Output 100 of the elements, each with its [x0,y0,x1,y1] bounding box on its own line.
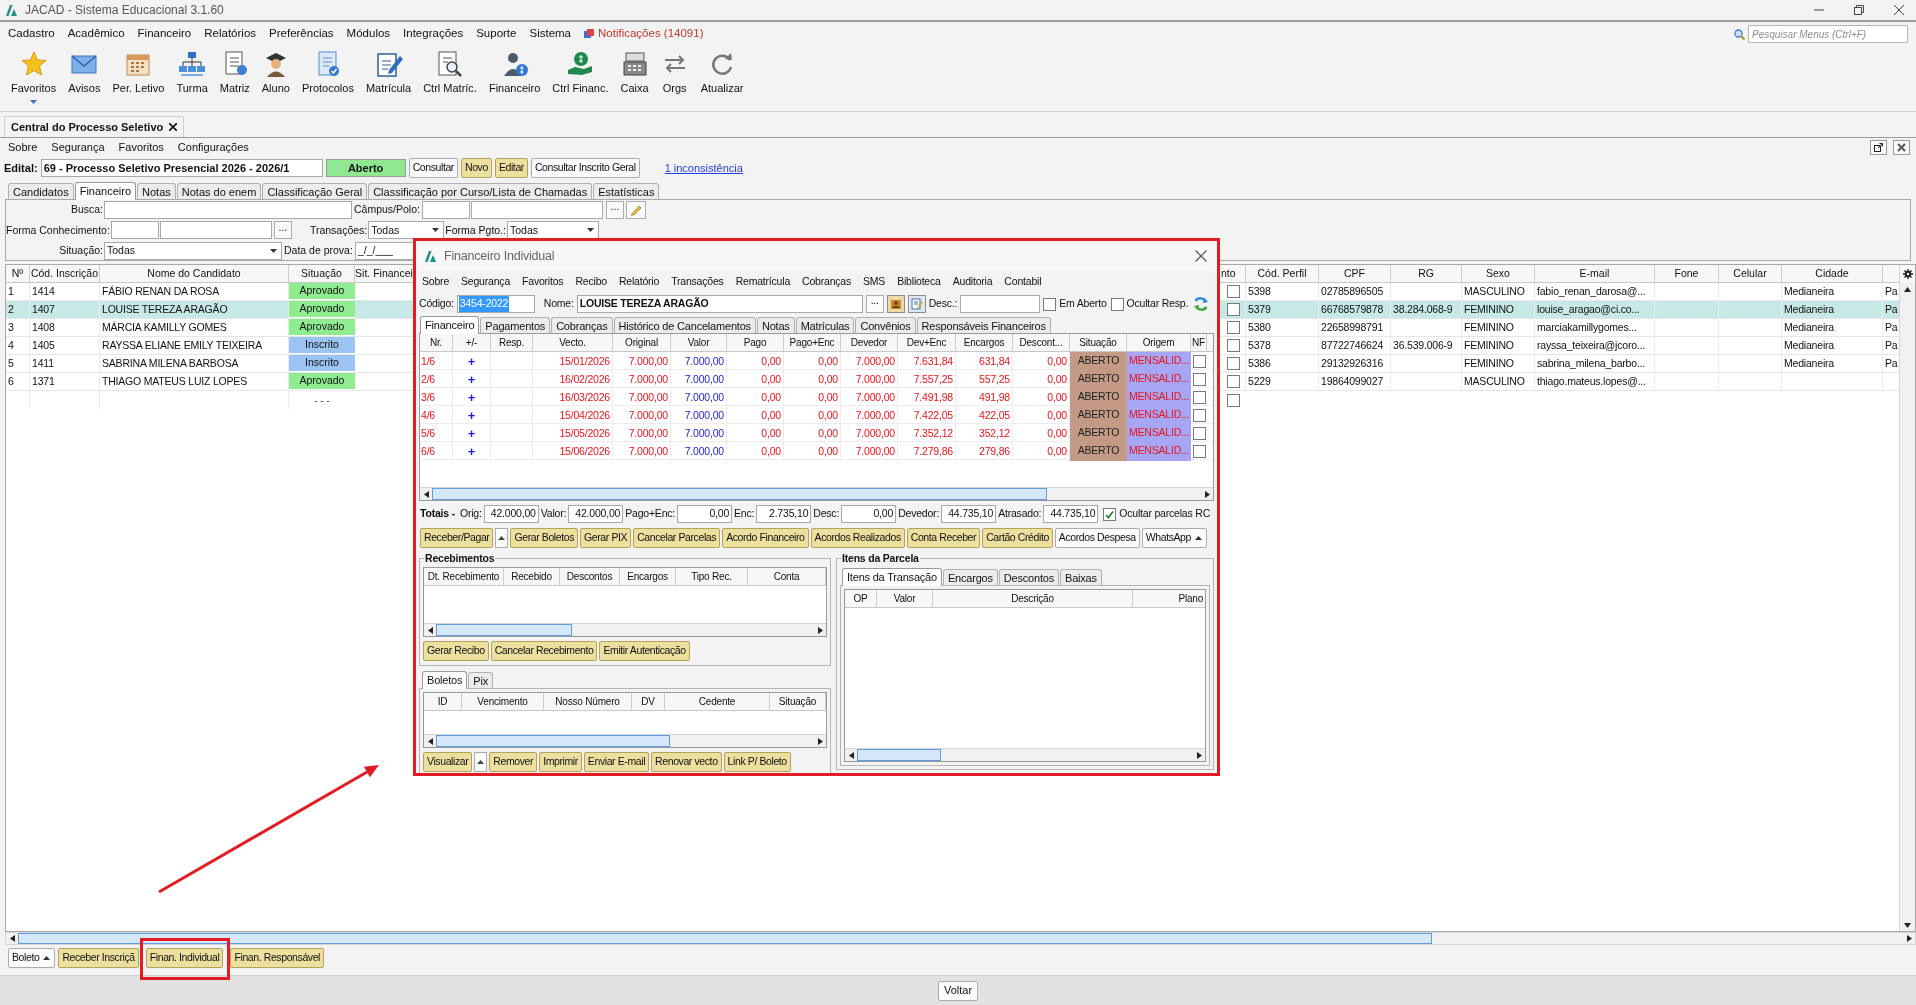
status-badge: ABERTO [1070,406,1127,426]
table-cell: Medianeira [1782,319,1883,336]
table-cell: Medianeira [1782,337,1883,354]
column-header: Recebido [504,568,560,585]
table-cell: 1408 [30,319,100,336]
table-cell: 279,86 [956,442,1013,462]
table-cell: Medianeira [1782,283,1883,300]
table-cell: 7.279,86 [898,442,956,462]
tab-title: Central do Processo Seletivo [11,119,164,135]
field-label: Edital: [4,160,38,176]
table-cell: 491,98 [956,388,1013,408]
column-header: ID [424,693,462,710]
column-header: Plano [1177,592,1204,606]
column-header: Tipo Rec. [676,568,748,585]
column-header: Fone [1655,265,1719,282]
table-cell: 7.000,00 [613,424,671,444]
table-cell: 38.284.068-9 [1391,301,1462,318]
table-cell: FEMININO [1462,301,1535,318]
table-cell: 3/6 [420,388,453,408]
table-cell: 1 [6,283,30,300]
field-label: Forma Conhecimento: [6,222,111,238]
table-cell: MASCULINO [1462,373,1535,390]
status-badge: Aprovado [289,301,355,318]
table-cell: 16/02/2026 [533,370,613,390]
field-label: Data de prova: [284,242,354,258]
table-cell: 5398 [1246,283,1319,300]
table-cell: MENSALID... [1127,370,1191,390]
table-cell: 19864099027 [1319,373,1391,390]
column-header: Valor [877,590,933,607]
table-cell: + [453,424,491,444]
table-cell: 7.000,00 [671,442,727,462]
table-cell: 7.422,05 [898,406,956,426]
table-cell: 7.000,00 [613,388,671,408]
column-header: Conta [748,568,826,585]
table-cell: 22658998791 [1319,319,1391,336]
table-cell: 0,00 [727,442,784,462]
column-header: Situação [770,693,826,710]
column-header: Valor [671,334,727,351]
table-cell: 15/01/2026 [533,352,613,372]
table-cell: 7.491,98 [898,388,956,408]
table-cell: rayssa_teixeira@jcoro... [1535,337,1655,354]
column-header: CPF [1319,265,1391,282]
table-cell: 7.000,00 [841,406,898,426]
column-header: Nosso Número [544,693,632,710]
table-cell: MENSALID... [1127,406,1191,426]
status-badge: Aberto [325,159,406,177]
column-header: Situação [289,265,355,282]
table-cell: 7.000,00 [671,370,727,390]
table-cell: Medianeira [1782,301,1883,318]
table-cell: 557,25 [956,370,1013,390]
table-cell: 0,00 [784,406,841,426]
table-cell: 7.000,00 [613,406,671,426]
table-cell: MENSALID... [1127,388,1191,408]
column-header: Sit. Financei [355,265,414,282]
column-header: DV [632,693,665,710]
column-header: Pago [727,334,784,351]
table-cell: 0,00 [727,370,784,390]
table-cell: 7.000,00 [671,352,727,372]
table-cell: 15/04/2026 [533,406,613,426]
field-label: Câmpus/Polo: [354,202,421,218]
column-header: E-mail [1535,265,1655,282]
table-cell: + [453,388,491,408]
status-badge: Inscrito [289,355,355,372]
table-cell: 7.000,00 [841,424,898,444]
table-cell: MENSALID... [1127,352,1191,372]
table-cell: louise_aragao@ci.co... [1535,301,1655,318]
table-cell: FEMININO [1462,355,1535,372]
table-cell: 4/6 [420,406,453,426]
column-header: Vencimento [462,693,544,710]
table-cell: 0,00 [784,352,841,372]
table-cell: fabio_renan_darosa@... [1535,283,1655,300]
table-cell: 5379 [1246,301,1319,318]
column-header: Encargos [620,568,676,585]
table-cell: FEMININO [1462,319,1535,336]
table-cell: marciakamillygomes... [1535,319,1655,336]
table-cell: 0,00 [727,406,784,426]
table-cell: 352,12 [956,424,1013,444]
column-header: Pago+Enc [784,334,841,351]
table-cell: 7.000,00 [841,370,898,390]
column-header: Situação [1070,334,1127,351]
table-cell: sabrina_milena_barbo... [1535,355,1655,372]
table-cell: 16/03/2026 [533,388,613,408]
status-badge: Inscrito [289,337,355,354]
table-cell: 5378 [1246,337,1319,354]
status-badge: Aprovado [289,283,355,300]
table-cell: 6/6 [420,442,453,462]
table-cell: 5386 [1246,355,1319,372]
status-badge: ABERTO [1070,370,1127,390]
window-title: JACAD - Sistema Educacional 3.1.60 [25,2,224,19]
table-cell: 7.631,84 [898,352,956,372]
field-label: Desc: [813,506,840,522]
field-label: Situação: [58,242,104,258]
field-label: Busca: [69,202,104,218]
table-cell: 5229 [1246,373,1319,390]
table-cell: 0,00 [784,424,841,444]
table-cell: thiago.mateus.lopes@... [1535,373,1655,390]
column-header: Cód. Perfil [1246,265,1319,282]
table-cell: MENSALID... [1127,424,1191,444]
table-cell: 36.539.006-9 [1391,337,1462,354]
field-label: Atrasado: [998,506,1042,522]
